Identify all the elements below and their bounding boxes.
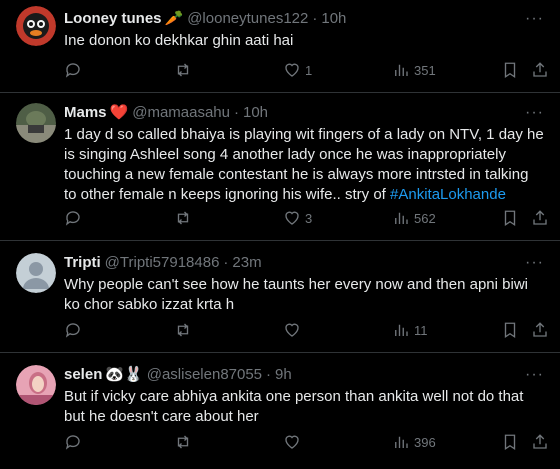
like-button[interactable]: 3: [283, 209, 312, 227]
heart-icon: [285, 211, 299, 225]
like-button[interactable]: [283, 433, 305, 451]
user-handle[interactable]: @mamaasahu: [132, 103, 230, 123]
retweet-icon: [177, 63, 189, 77]
share-icon: [533, 434, 547, 449]
view-count: 396: [414, 434, 436, 450]
retweet-icon: [177, 435, 189, 449]
share-icon: [533, 210, 547, 225]
retweet-button[interactable]: [174, 433, 196, 451]
user-handle[interactable]: @Tripti57918486: [105, 253, 220, 273]
like-count: 3: [305, 210, 313, 226]
more-options-icon[interactable]: ···: [525, 367, 544, 383]
like-button[interactable]: [283, 321, 305, 339]
heart-icon: [285, 323, 299, 337]
tweet-text: Why people can't see how he taunts her e…: [64, 276, 528, 313]
share-button[interactable]: [531, 61, 549, 79]
reply-icon: [65, 435, 80, 450]
retweet-icon: [177, 323, 189, 337]
timestamp[interactable]: 23m: [232, 253, 261, 273]
tweet[interactable]: Tripti @Tripti57918486 · 23m ··· Why peo…: [0, 241, 560, 353]
heart-icon: [285, 63, 299, 77]
views-button[interactable]: 351: [392, 61, 436, 79]
bookmark-button[interactable]: [501, 209, 519, 227]
tweet-text: 1 day d so called bhaiya is playing wit …: [64, 125, 544, 205]
views-button[interactable]: 562: [392, 209, 436, 227]
retweet-button[interactable]: [174, 209, 196, 227]
view-count: 351: [414, 62, 436, 78]
like-button[interactable]: 1: [283, 61, 312, 79]
avatar[interactable]: [16, 365, 56, 405]
bookmark-icon: [504, 434, 516, 451]
heart-icon: [285, 435, 299, 449]
retweet-icon: [177, 211, 189, 225]
separator-dot: ·: [234, 104, 239, 121]
separator-dot: ·: [266, 366, 272, 383]
user-handle[interactable]: @looneytunes122: [187, 9, 308, 29]
bookmark-button[interactable]: [501, 321, 519, 339]
view-count: 562: [414, 210, 436, 226]
tweet[interactable]: Looney tunes 🥕 @looneytunes122 · 10h ···…: [0, 0, 560, 93]
display-name[interactable]: Tripti: [64, 253, 101, 273]
bookmark-button[interactable]: [501, 61, 519, 79]
avatar[interactable]: [16, 6, 56, 46]
reply-button[interactable]: [64, 433, 86, 451]
share-icon: [533, 322, 547, 337]
bookmark-button[interactable]: [501, 433, 519, 451]
reply-icon: [65, 63, 80, 78]
name-emoji: 🐼🐰: [105, 366, 143, 383]
tweet[interactable]: Mams ❤️ @mamaasahu · 10h ··· 1 day d so …: [0, 93, 560, 241]
more-options-icon[interactable]: ···: [525, 105, 544, 121]
views-button[interactable]: 11: [392, 321, 428, 339]
reply-button[interactable]: [64, 61, 86, 79]
share-button[interactable]: [531, 209, 549, 227]
share-button[interactable]: [531, 433, 549, 451]
avatar[interactable]: [16, 253, 56, 293]
tweet[interactable]: selen 🐼🐰 @asliselen87055 · 9h ··· But if…: [0, 353, 560, 469]
like-count: 1: [305, 62, 313, 78]
more-options-icon[interactable]: ···: [525, 255, 544, 271]
timestamp[interactable]: 10h: [243, 103, 268, 123]
display-name[interactable]: selen: [64, 365, 102, 385]
tweet-text: But if vicky care abhiya ankita one pers…: [64, 388, 524, 425]
name-emoji: 🥕: [164, 10, 184, 27]
views-button[interactable]: 396: [392, 433, 436, 451]
views-icon: [395, 324, 408, 336]
reply-button[interactable]: [64, 209, 86, 227]
separator-dot: ·: [312, 10, 318, 27]
views-icon: [395, 212, 408, 224]
tweet-text: Ine donon ko dekhkar ghin aati hai: [64, 32, 294, 49]
bookmark-icon: [504, 62, 516, 79]
user-handle[interactable]: @asliselen87055: [147, 365, 262, 385]
reply-icon: [65, 323, 80, 338]
bookmark-icon: [504, 322, 516, 339]
share-icon: [533, 62, 547, 77]
name-emoji: ❤️: [109, 104, 129, 121]
separator-dot: ·: [223, 254, 229, 271]
display-name[interactable]: Looney tunes: [64, 9, 162, 29]
display-name[interactable]: Mams: [64, 103, 107, 123]
bookmark-icon: [504, 210, 516, 227]
more-options-icon[interactable]: ···: [525, 11, 544, 27]
timestamp[interactable]: 9h: [275, 365, 292, 385]
reply-icon: [65, 211, 80, 226]
hashtag-link[interactable]: #AnkitaLokhande: [390, 186, 506, 203]
retweet-button[interactable]: [174, 61, 196, 79]
avatar[interactable]: [16, 103, 56, 143]
timestamp[interactable]: 10h: [321, 9, 346, 29]
views-icon: [395, 436, 408, 448]
share-button[interactable]: [531, 321, 549, 339]
view-count: 11: [414, 322, 428, 338]
views-icon: [395, 64, 408, 76]
retweet-button[interactable]: [174, 321, 196, 339]
reply-button[interactable]: [64, 321, 86, 339]
